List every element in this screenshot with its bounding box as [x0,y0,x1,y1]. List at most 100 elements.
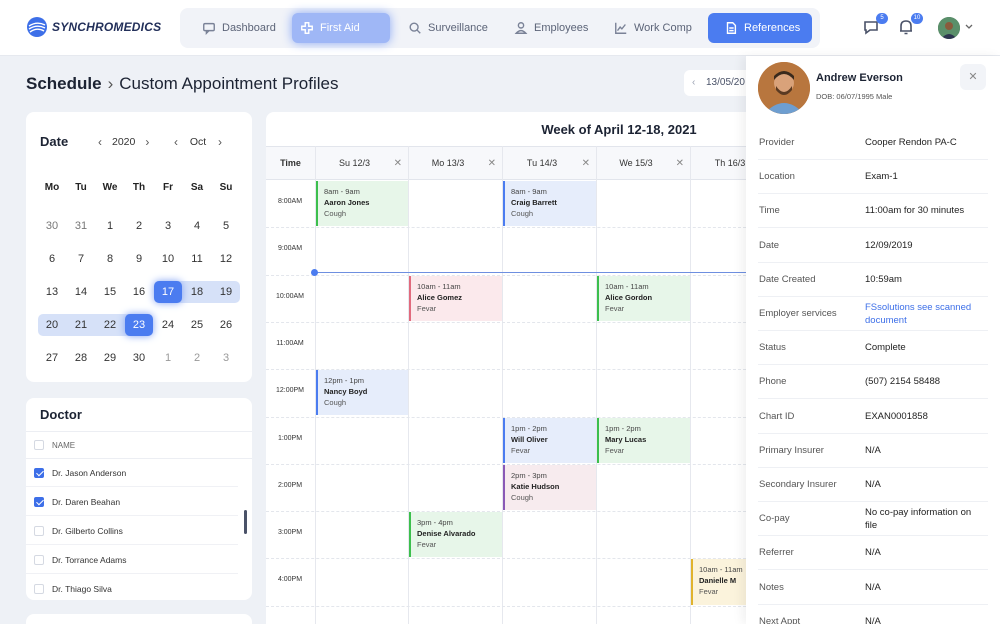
appointment-event[interactable]: 1pm - 2pm Mary Lucas Fevar [597,417,690,463]
chevron-down-icon[interactable] [964,22,974,32]
time-label: 12:00PM [275,387,305,395]
doctor-row[interactable]: Dr. Jason Anderson [26,459,238,487]
appointment-event[interactable]: 8am - 9am Aaron Jones Cough [316,181,408,227]
year-selector[interactable]: ‹ 2020 › [98,132,149,152]
user-avatar[interactable] [938,17,960,39]
doctor-row[interactable]: Dr. Daren Beahan [26,488,238,516]
calendar-day[interactable]: 25 [183,314,211,336]
calendar-day[interactable]: 19 [212,281,240,303]
select-all-checkbox[interactable] [34,440,44,450]
event-time: 1pm - 2pm [511,423,547,433]
nav-first-aid[interactable]: First Aid [292,13,390,43]
calendar-day[interactable]: 31 [67,215,95,237]
nav-surveillance[interactable]: Surveillance [400,13,496,43]
appointment-event[interactable]: 8am - 9am Craig Barrett Cough [503,181,596,227]
doctor-list-scrollbar[interactable] [244,510,247,534]
day-column-header[interactable]: We 15/3 ✕ [596,146,690,180]
weekday-3: Th [132,182,146,193]
calendar-day[interactable]: 22 [96,314,124,336]
doctor-checkbox[interactable] [34,468,44,478]
brand-logo[interactable]: SYNCHROMEDICS [26,16,161,38]
patient-field: Time 11:00am for 30 minutes [758,194,988,229]
field-value[interactable]: FSsolutions see scanned document [865,302,983,327]
field-value: N/A [865,581,881,593]
calendar-day[interactable]: 17 [154,281,182,303]
doctor-checkbox[interactable] [34,526,44,536]
appointment-event[interactable]: 1pm - 2pm Will Oliver Fevar [503,417,596,463]
appointment-event[interactable]: 10am - 11am Danielle M Fevar [691,559,746,605]
doctor-row[interactable]: Dr. Torrance Adams [26,546,238,574]
nav-references[interactable]: References [708,13,812,43]
calendar-day[interactable]: 1 [154,347,182,369]
calendar-day[interactable]: 21 [67,314,95,336]
field-label: Phone [759,376,787,388]
calendar-day[interactable]: 2 [183,347,211,369]
year-prev-icon[interactable]: ‹ [98,135,102,149]
calendar-day[interactable]: 18 [183,281,211,303]
appointment-event[interactable]: 12pm - 1pm Nancy Boyd Cough [316,370,408,416]
calendar-day[interactable]: 9 [125,248,153,270]
calendar-day[interactable]: 1 [96,215,124,237]
calendar-day[interactable]: 5 [212,215,240,237]
field-value: (507) 2154 58488 [865,376,941,388]
nav-surveillance-label: Surveillance [428,22,488,34]
calendar-day[interactable]: 16 [125,281,153,303]
day-column-header[interactable]: Mo 13/3 ✕ [408,146,502,180]
chevron-left-icon[interactable]: ‹ [692,70,695,96]
calendar-day[interactable]: 26 [212,314,240,336]
close-icon[interactable]: ✕ [676,147,684,180]
date-range-picker[interactable]: ‹ 13/05/20 [684,70,754,96]
month-selector[interactable]: ‹ Oct › [174,132,222,152]
appointment-event[interactable]: 3pm - 4pm Denise Alvarado Fevar [409,512,502,558]
close-icon[interactable]: ✕ [960,64,986,90]
day-column-header[interactable]: Th 16/3 ✕ [690,146,746,180]
calendar-day[interactable]: 8 [96,248,124,270]
current-time-line [314,272,746,273]
month-prev-icon[interactable]: ‹ [174,135,178,149]
calendar-day[interactable]: 4 [183,215,211,237]
doctor-filter-card: Doctor NAME Dr. Jason Anderson Dr. Daren… [26,398,252,600]
nav-dashboard[interactable]: Dashboard [194,13,284,43]
messages-button[interactable]: 5 [862,13,888,38]
calendar-day[interactable]: 30 [38,215,66,237]
calendar-day[interactable]: 20 [38,314,66,336]
calendar-day[interactable]: 3 [212,347,240,369]
year-next-icon[interactable]: › [145,135,149,149]
calendar-day[interactable]: 29 [96,347,124,369]
calendar-day[interactable]: 27 [38,347,66,369]
notifications-button[interactable]: 10 [897,13,923,38]
doctor-checkbox[interactable] [34,584,44,594]
doctor-row[interactable]: Dr. Gilberto Collins [26,517,238,545]
nav-employees[interactable]: Employees [506,13,596,43]
calendar-day[interactable]: 2 [125,215,153,237]
calendar-day[interactable]: 30 [125,347,153,369]
doctor-checkbox[interactable] [34,497,44,507]
day-column-header[interactable]: Su 12/3 ✕ [315,146,408,180]
calendar-day[interactable]: 7 [67,248,95,270]
appointment-event[interactable]: 10am - 11am Alice Gomez Fevar [409,275,502,321]
day-column-header[interactable]: Tu 14/3 ✕ [502,146,596,180]
close-icon[interactable]: ✕ [488,147,496,180]
appointment-event[interactable]: 10am - 11am Alice Gordon Fevar [597,275,690,321]
event-reason: Fevar [605,303,625,313]
calendar-day[interactable]: 12 [212,248,240,270]
appointment-event[interactable]: 2pm - 3pm Katie Hudson Cough [503,464,596,511]
calendar-day[interactable]: 15 [96,281,124,303]
nav-work-comp[interactable]: Work Comp [606,13,700,43]
close-icon[interactable]: ✕ [582,147,590,180]
calendar-day[interactable]: 13 [38,281,66,303]
month-next-icon[interactable]: › [218,135,222,149]
doctor-checkbox[interactable] [34,555,44,565]
calendar-day[interactable]: 6 [38,248,66,270]
doctor-row[interactable]: Dr. Thiago Silva [26,575,238,600]
calendar-day[interactable]: 28 [67,347,95,369]
breadcrumb-schedule[interactable]: Schedule [26,74,102,93]
calendar-day[interactable]: 3 [154,215,182,237]
calendar-day[interactable]: 23 [125,314,153,336]
calendar-day[interactable]: 10 [154,248,182,270]
calendar-day[interactable]: 14 [67,281,95,303]
calendar-day[interactable]: 11 [183,248,211,270]
field-label: Co-pay [759,513,790,525]
calendar-day[interactable]: 24 [154,314,182,336]
close-icon[interactable]: ✕ [394,147,402,180]
